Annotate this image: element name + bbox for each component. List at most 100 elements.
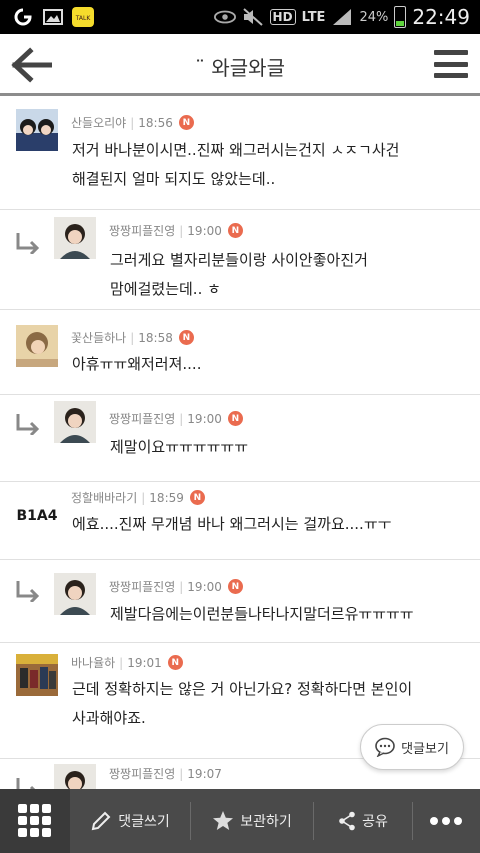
comment-line: 맘에걸렸는데.. ㅎ [110,280,221,298]
view-replies-label: 댓글보기 [401,741,449,757]
author-name[interactable]: 짱짱피플진영 [109,765,175,782]
comment-line: 에효....진짜 무개념 바나 왜그러시는 걸까요....ㅠㅜ [72,515,392,533]
comment-item: 꽃산들하나 | 18:58 N 아휴ㅠㅠ왜저러져.... [0,310,480,395]
eye-icon [213,6,236,28]
avatar[interactable]: B1A4 [16,493,58,535]
comment-line: 해결된지 얼마 되지도 않았는데.. [72,170,276,188]
network-type: LTE [301,9,326,25]
avatar[interactable] [16,654,58,696]
reply-arrow-icon [16,414,40,435]
new-badge: N [227,411,243,426]
comment-meta: 짱짱피플진영 | 19:00 N [109,410,243,427]
comment-meta: 짱짱피플진영 | 19:07 [109,765,222,782]
comment-meta: 산들오리야 | 18:56 N [71,114,194,131]
comment-line: 제말이요ㅠㅠㅠㅠㅠㅠ [110,438,249,456]
author-name[interactable]: 짱짱피플진영 [109,578,175,595]
share-icon [339,811,355,831]
signal-icon [331,6,353,28]
author-name[interactable]: 짱짱피플진영 [109,410,175,427]
avatar[interactable] [54,401,96,443]
comment-line: 아휴ㅠㅠ왜저러져.... [72,355,202,373]
comment-line: 근데 정확하지는 않은 거 아닌가요? 정확하다면 본인이 [72,680,413,698]
avatar[interactable] [54,217,96,259]
author-name[interactable]: 꽃산들하나 [71,329,126,346]
app-header: ¨ 와글와글 [0,34,480,96]
comment-time: 19:00 [187,411,222,426]
hamburger-menu-icon[interactable] [434,50,468,78]
avatar[interactable] [16,109,58,151]
share-label: 공유 [362,814,388,830]
comment-item: B1A4 정할배바라기 | 18:59 N 에효....진짜 무개념 바나 왜그… [0,482,480,560]
avatar[interactable] [16,325,58,367]
kakaotalk-icon: TALK [72,6,94,28]
new-badge: N [178,115,194,130]
reply-arrow-icon [16,581,40,602]
comment-time: 18:56 [138,115,173,130]
comment-time: 19:00 [187,223,222,238]
comment-line: 그러게요 별자리분들이랑 사이안좋아진거 [110,251,368,269]
avatar[interactable] [54,764,96,789]
comment-time: 18:59 [149,490,184,505]
author-name[interactable]: 바나율하 [71,654,115,671]
reply-arrow-icon [16,233,40,254]
author-name[interactable]: 짱짱피플진영 [109,222,175,239]
view-replies-button[interactable]: 댓글보기 [360,724,464,770]
author-name[interactable]: 정할배바라기 [71,489,137,506]
new-badge: N [189,490,205,505]
comment-meta: 짱짱피플진영 | 19:00 N [109,222,243,239]
comment-line: 저거 바나분이시면..진짜 왜그러시는건지 ㅅㅈㄱ사건 [72,141,400,159]
b1a4-logo: B1A4 [17,508,58,524]
grid-icon [18,804,51,837]
comment-text: 그러게요 별자리분들이랑 사이안좋아진거 맘에걸렸는데.. ㅎ [110,246,368,304]
comment-line: 사과해야죠. [72,709,146,727]
grid-menu-button[interactable] [0,789,70,853]
comment-text: 근데 정확하지는 않은 거 아닌가요? 정확하다면 본인이 사과해야죠. [72,675,412,733]
svg-text:TALK: TALK [75,15,92,22]
new-badge: N [227,579,243,594]
comment-meta: 바나율하 | 19:01 N [71,654,183,671]
comment-meta: 짱짱피플진영 | 19:00 N [109,578,243,595]
comment-item: 산들오리야 | 18:56 N 저거 바나분이시면..진짜 왜그러시는건지 ㅅㅈ… [0,99,480,210]
battery-icon [394,6,407,28]
status-bar: TALK HD LTE 24% 22:49 [0,0,480,34]
comment-text: 아휴ㅠㅠ왜저러져.... [72,350,201,379]
comment-text: 제말이요ㅠㅠㅠㅠㅠㅠ [110,433,248,462]
mute-icon [242,6,264,28]
bookmark-label: 보관하기 [240,814,292,830]
write-comment-button[interactable]: 댓글쓰기 [70,789,190,853]
comment-text: 에효....진짜 무개념 바나 왜그러시는 걸까요....ㅠㅜ [72,510,391,539]
page-title: ¨ 와글와글 [195,56,285,80]
clock: 22:49 [412,5,470,29]
battery-percent: 24% [359,9,389,25]
reply-arrow-icon [16,778,36,789]
comment-time: 19:00 [187,579,222,594]
bookmark-button[interactable]: 보관하기 [191,789,313,853]
comment-time: 19:01 [127,655,162,670]
pencil-icon [91,811,111,831]
comment-line: 제발다음에는이런분들나타나지말더르유ㅠㅠㅠㅠ [110,605,414,623]
new-badge: N [167,655,183,670]
new-badge: N [178,330,194,345]
write-comment-label: 댓글쓰기 [118,814,170,830]
hd-indicator: HD [269,9,296,25]
image-icon [42,6,64,28]
bottom-toolbar: 댓글쓰기 보관하기 공유 [0,789,480,853]
more-button[interactable] [413,789,479,853]
comment-text: 저거 바나분이시면..진짜 왜그러시는건지 ㅅㅈㄱ사건 해결된지 얼마 되지도 … [72,136,399,194]
comment-time: 19:07 [187,766,222,781]
reply-item: 짱짱피플진영 | 19:00 N 그러게요 별자리분들이랑 사이안좋아진거 맘에… [0,210,480,310]
avatar[interactable] [54,573,96,615]
reply-item: 짱짱피플진영 | 19:00 N 제발다음에는이런분들나타나지말더르유ㅠㅠㅠㅠ [0,560,480,643]
comment-time: 18:58 [138,330,173,345]
reply-item: 짱짱피플진영 | 19:00 N 제말이요ㅠㅠㅠㅠㅠㅠ [0,395,480,482]
comment-meta: 정할배바라기 | 18:59 N [71,489,205,506]
comment-list: 산들오리야 | 18:56 N 저거 바나분이시면..진짜 왜그러시는건지 ㅅㅈ… [0,99,480,789]
comment-meta: 꽃산들하나 | 18:58 N [71,329,194,346]
author-name[interactable]: 산들오리야 [71,114,126,131]
star-icon [213,811,234,830]
olleh-logo-icon [12,6,34,28]
share-button[interactable]: 공유 [314,789,412,853]
more-dots-icon [430,817,462,825]
comment-text: 제발다음에는이런분들나타나지말더르유ㅠㅠㅠㅠ [110,600,414,629]
new-badge: N [227,223,243,238]
